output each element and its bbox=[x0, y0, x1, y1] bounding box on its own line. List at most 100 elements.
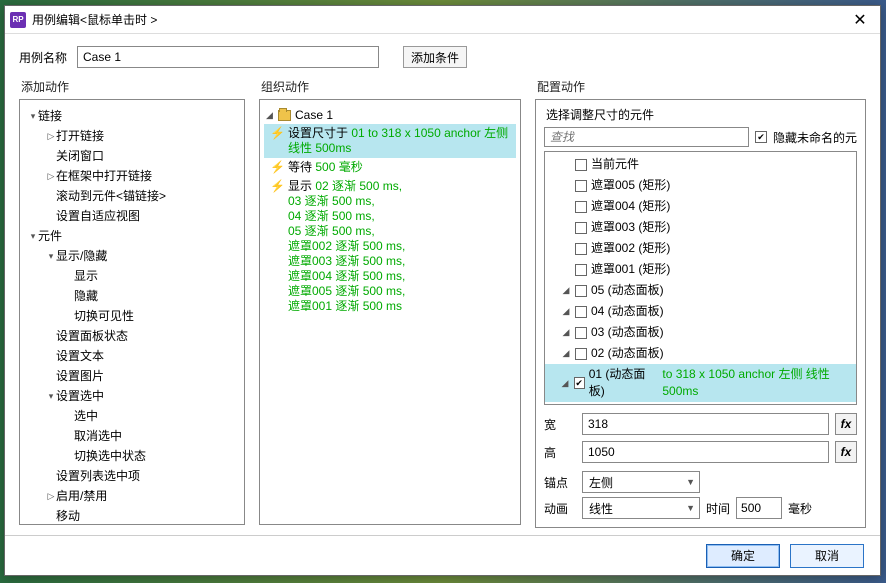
tree-item[interactable]: ▷在框架中打开链接 bbox=[24, 166, 240, 186]
widget-checkbox[interactable] bbox=[575, 306, 587, 318]
configure-action-body: 选择调整尺寸的元件 ✔ 隐藏未命名的元 当前元件遮罩005 (矩形)遮罩004 … bbox=[535, 99, 866, 528]
tree-item[interactable]: ▷启用/禁用 bbox=[24, 486, 240, 506]
tree-item[interactable]: 设置自适应视图 bbox=[24, 206, 240, 226]
close-icon[interactable]: ✕ bbox=[840, 6, 880, 34]
tree-item[interactable]: 滚动到元件<锚链接> bbox=[24, 186, 240, 206]
widget-checkbox[interactable] bbox=[575, 159, 587, 171]
expand-icon[interactable]: ◢ bbox=[561, 324, 571, 341]
widget-row[interactable]: ◢ 04 (动态面板) bbox=[545, 301, 856, 322]
app-icon: RP bbox=[10, 12, 26, 28]
anchor-select[interactable]: 左侧 ▼ bbox=[582, 471, 700, 493]
action-detail: 遮罩003 逐渐 500 ms, bbox=[288, 254, 405, 268]
width-label: 宽 bbox=[544, 416, 576, 433]
action-detail: 05 逐渐 500 ms, bbox=[288, 224, 375, 238]
animation-select[interactable]: 线性 ▼ bbox=[582, 497, 700, 519]
widget-checkbox[interactable]: ✔ bbox=[574, 377, 585, 389]
expand-icon[interactable]: ◢ bbox=[560, 375, 569, 392]
widget-row[interactable]: 遮罩003 (矩形) bbox=[545, 217, 856, 238]
case-node[interactable]: ◢ Case 1 bbox=[264, 106, 516, 124]
width-input[interactable] bbox=[582, 413, 829, 435]
tree-item-label: 移动 bbox=[56, 507, 80, 525]
widget-checkbox[interactable] bbox=[575, 348, 587, 360]
action-detail: 遮罩002 逐渐 500 ms, bbox=[288, 239, 405, 253]
widget-label: 04 (动态面板) bbox=[591, 303, 664, 320]
lightning-icon: ⚡ bbox=[270, 126, 285, 156]
widget-checkbox[interactable] bbox=[575, 201, 587, 213]
widget-row[interactable]: ◢02 (动态面板) bbox=[545, 343, 856, 364]
tree-item[interactable]: 关闭窗口 bbox=[24, 146, 240, 166]
tree-item[interactable]: ▾元件 bbox=[24, 226, 240, 246]
cancel-button[interactable]: 取消 bbox=[790, 544, 864, 568]
action-label: 等待 bbox=[288, 160, 315, 174]
tree-item[interactable]: 移动 bbox=[24, 506, 240, 525]
widget-row[interactable]: 遮罩004 (矩形) bbox=[545, 196, 856, 217]
time-input[interactable] bbox=[736, 497, 782, 519]
widget-row[interactable]: ◢✔01 (动态面板) to 318 x 1050 anchor 左侧 线性 5… bbox=[545, 364, 856, 402]
case-name-label: 用例名称 bbox=[19, 49, 67, 66]
widget-detail: to 318 x 1050 anchor 左侧 线性 500ms bbox=[662, 366, 852, 400]
animation-value: 线性 bbox=[589, 500, 613, 517]
tree-item[interactable]: 切换选中状态 bbox=[24, 446, 240, 466]
action-item[interactable]: ⚡等待 500 毫秒 bbox=[264, 158, 516, 177]
widget-row[interactable]: 当前元件 bbox=[545, 154, 856, 175]
tree-item-label: 选中 bbox=[74, 407, 98, 425]
organize-actions-body: ◢ Case 1 ⚡设置尺寸于 01 to 318 x 1050 anchor … bbox=[259, 99, 521, 525]
widget-label: 03 (动态面板) bbox=[591, 324, 664, 341]
tree-item[interactable]: 设置文本 bbox=[24, 346, 240, 366]
tree-expand-icon: ▷ bbox=[46, 487, 56, 505]
action-detail: 03 逐渐 500 ms, bbox=[288, 194, 375, 208]
widget-row[interactable]: 遮罩001 (矩形) bbox=[545, 259, 856, 280]
height-fx-button[interactable]: fx bbox=[835, 441, 857, 463]
tree-item[interactable]: 设置列表选中项 bbox=[24, 466, 240, 486]
action-label: 设置尺寸于 bbox=[288, 126, 351, 140]
tree-item[interactable]: ▾链接 bbox=[24, 106, 240, 126]
tree-expand-icon: ▾ bbox=[46, 387, 56, 405]
columns: 添加动作 ▾链接▷打开链接关闭窗口▷在框架中打开链接滚动到元件<锚链接>设置自适… bbox=[5, 78, 880, 535]
tree-item[interactable]: ▾显示/隐藏 bbox=[24, 246, 240, 266]
widget-checkbox[interactable] bbox=[575, 327, 587, 339]
search-row: ✔ 隐藏未命名的元 bbox=[544, 127, 857, 147]
search-input[interactable] bbox=[544, 127, 749, 147]
time-label: 时间 bbox=[706, 500, 730, 517]
widget-row[interactable]: 遮罩005 (矩形) bbox=[545, 175, 856, 196]
expand-icon[interactable]: ◢ bbox=[561, 303, 571, 320]
action-detail: 遮罩005 逐渐 500 ms, bbox=[288, 284, 405, 298]
tree-item[interactable]: 设置图片 bbox=[24, 366, 240, 386]
tree-item[interactable]: 设置面板状态 bbox=[24, 326, 240, 346]
hide-unnamed-checkbox[interactable]: ✔ bbox=[755, 131, 767, 143]
widget-checkbox[interactable] bbox=[575, 180, 587, 192]
add-actions-tree[interactable]: ▾链接▷打开链接关闭窗口▷在框架中打开链接滚动到元件<锚链接>设置自适应视图▾元… bbox=[19, 99, 245, 525]
tree-item[interactable]: 切换可见性 bbox=[24, 306, 240, 326]
tree-item[interactable]: 取消选中 bbox=[24, 426, 240, 446]
action-item[interactable]: ⚡显示 02 逐渐 500 ms,03 逐渐 500 ms,04 逐渐 500 … bbox=[264, 177, 516, 316]
tree-item-label: 启用/禁用 bbox=[56, 487, 107, 505]
height-input[interactable] bbox=[582, 441, 829, 463]
widget-list[interactable]: 当前元件遮罩005 (矩形)遮罩004 (矩形)遮罩003 (矩形)遮罩002 … bbox=[544, 151, 857, 405]
add-actions-header: 添加动作 bbox=[19, 78, 245, 99]
widget-checkbox[interactable] bbox=[575, 243, 587, 255]
tree-item[interactable]: 显示 bbox=[24, 266, 240, 286]
tree-item[interactable]: 选中 bbox=[24, 406, 240, 426]
size-form: 宽 fx 高 fx bbox=[544, 413, 857, 463]
tree-item[interactable]: ▾设置选中 bbox=[24, 386, 240, 406]
case-name-input[interactable] bbox=[77, 46, 379, 68]
widget-row[interactable]: ◢ 03 (动态面板) bbox=[545, 322, 856, 343]
animation-label: 动画 bbox=[544, 500, 576, 517]
titlebar: RP 用例编辑<鼠标单击时 > ✕ bbox=[5, 6, 880, 34]
widget-checkbox[interactable] bbox=[575, 222, 587, 234]
width-fx-button[interactable]: fx bbox=[835, 413, 857, 435]
expand-icon[interactable]: ◢ bbox=[561, 282, 571, 299]
tree-item-label: 滚动到元件<锚链接> bbox=[56, 187, 166, 205]
anchor-value: 左侧 bbox=[589, 474, 613, 491]
tree-item[interactable]: ▷打开链接 bbox=[24, 126, 240, 146]
widget-row[interactable]: ◢05 (动态面板) bbox=[545, 280, 856, 301]
tree-item[interactable]: 隐藏 bbox=[24, 286, 240, 306]
tree-expand-icon: ▷ bbox=[46, 167, 56, 185]
widget-row[interactable]: 遮罩002 (矩形) bbox=[545, 238, 856, 259]
ok-button[interactable]: 确定 bbox=[706, 544, 780, 568]
widget-checkbox[interactable] bbox=[575, 264, 587, 276]
expand-icon[interactable]: ◢ bbox=[561, 345, 571, 362]
add-condition-button[interactable]: 添加条件 bbox=[403, 46, 467, 68]
widget-checkbox[interactable] bbox=[575, 285, 587, 297]
action-item[interactable]: ⚡设置尺寸于 01 to 318 x 1050 anchor 左侧 线性 500… bbox=[264, 124, 516, 158]
